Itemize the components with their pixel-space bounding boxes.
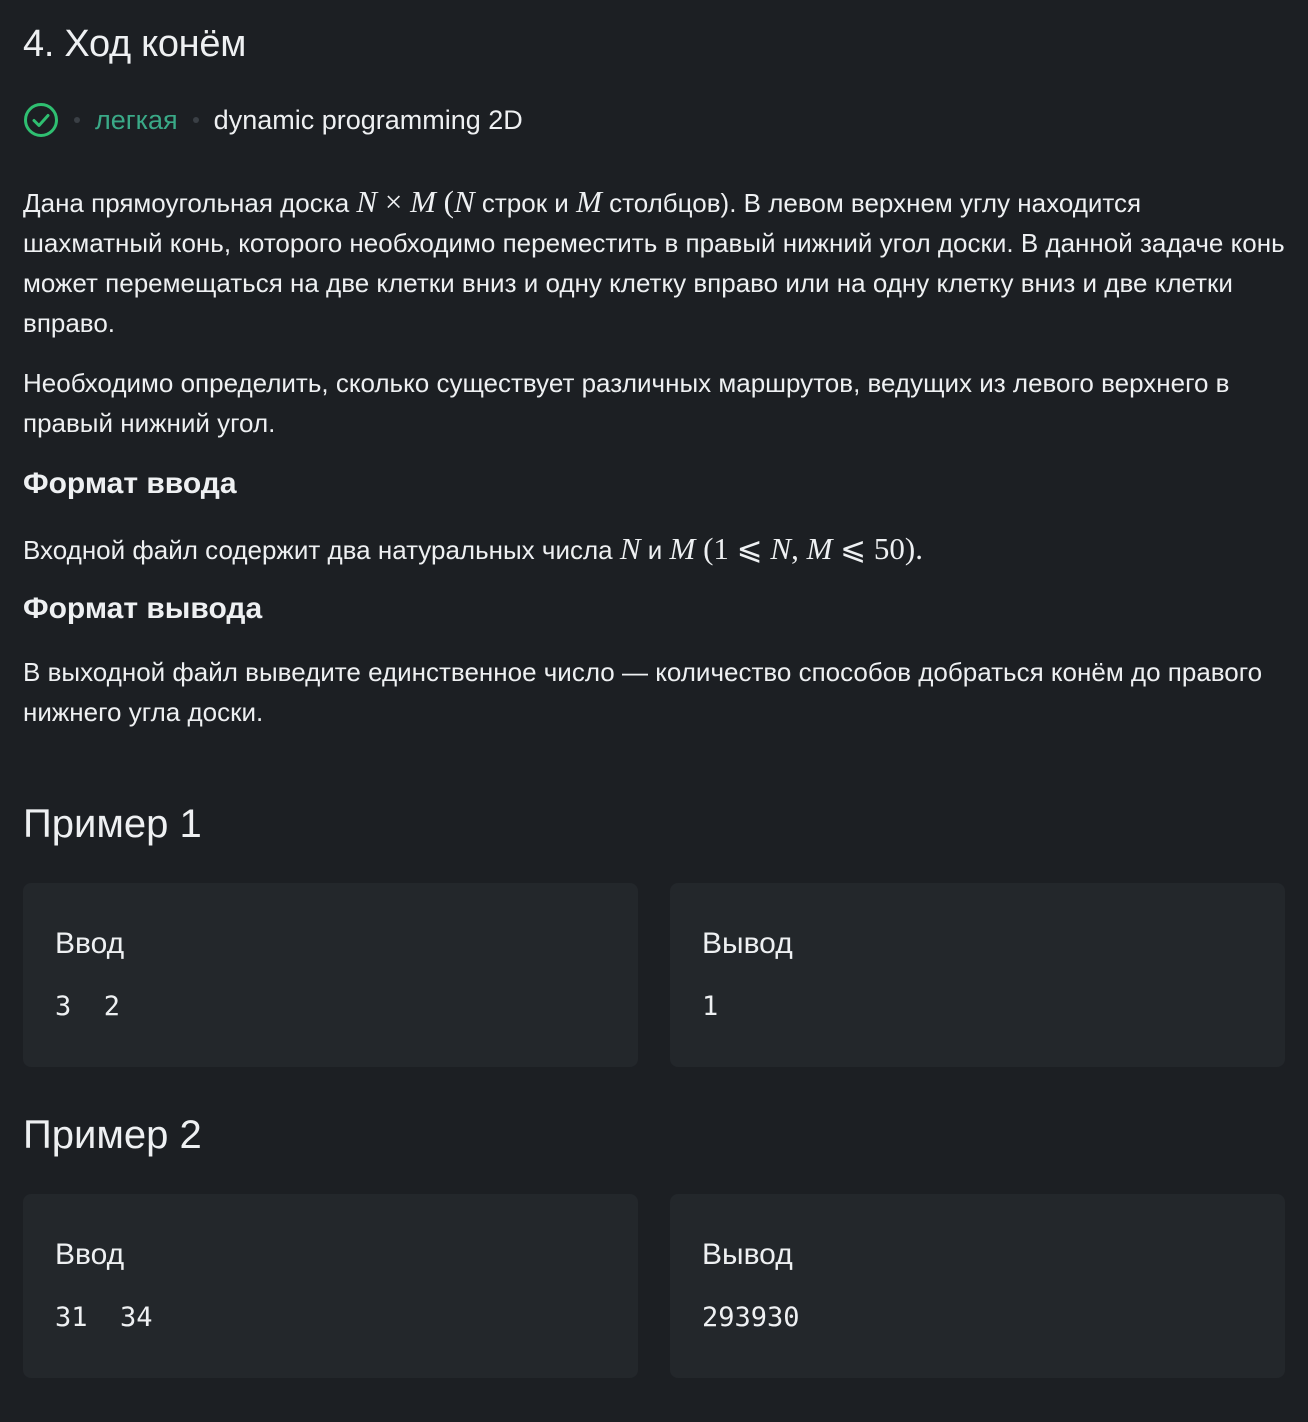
separator-dot	[74, 117, 80, 123]
text: Дана прямоугольная доска	[23, 188, 357, 218]
separator-dot	[192, 117, 199, 123]
input-label: Ввод	[55, 1238, 125, 1271]
math: N	[619, 531, 641, 566]
math: M	[410, 184, 436, 219]
solved-check-icon	[23, 102, 59, 138]
math: M	[806, 531, 833, 566]
math: ,	[791, 531, 807, 566]
topic-tag[interactable]: dynamic programming 2D	[214, 105, 523, 136]
problem-title: 4. Ход конём	[23, 23, 247, 65]
input-format-text: Входной файл содержит два натуральных чи…	[23, 529, 1285, 570]
output-format-heading: Формат вывода	[23, 592, 263, 625]
input-label: Ввод	[55, 927, 125, 960]
input-value[interactable]: 31 34	[55, 1302, 606, 1333]
math: M	[669, 531, 696, 566]
output-label: Вывод	[702, 927, 793, 960]
example-input-card: Ввод 31 34	[23, 1194, 638, 1378]
text: Входной файл содержит два натуральных чи…	[23, 535, 620, 565]
example-output-card: Вывод 293930	[670, 1194, 1285, 1378]
output-label: Вывод	[702, 1238, 793, 1271]
math: (	[435, 184, 454, 219]
difficulty-badge: легкая	[95, 104, 178, 135]
input-format-heading: Формат ввода	[23, 467, 237, 500]
example-2-title: Пример 2	[23, 1113, 202, 1157]
statement-paragraph: Необходимо определить, сколько существуе…	[23, 368, 1230, 438]
input-value[interactable]: 3 2	[55, 991, 606, 1022]
math: N	[770, 531, 792, 566]
math: N	[453, 184, 475, 219]
math: ×	[377, 184, 411, 219]
math: ⩽ 50).	[832, 531, 923, 566]
example-1-title: Пример 1	[23, 802, 202, 846]
example-1: Ввод 3 2 Вывод 1	[23, 883, 1285, 1067]
example-2: Ввод 31 34 Вывод 293930	[23, 1194, 1285, 1378]
output-format-text: В выходной файл выведите единственное чи…	[23, 657, 1263, 727]
example-input-card: Ввод 3 2	[23, 883, 638, 1067]
math: M	[576, 184, 602, 219]
text: строк и	[474, 188, 577, 218]
example-output-card: Вывод 1	[670, 883, 1285, 1067]
math: (1 ⩽	[695, 531, 771, 566]
output-value[interactable]: 293930	[702, 1302, 1253, 1333]
statement-paragraph: Дана прямоугольная доска N × M (N строк …	[23, 182, 1285, 343]
problem-meta: легкая dynamic programming 2D	[23, 100, 1285, 140]
output-value[interactable]: 1	[702, 991, 1253, 1022]
math: N	[356, 184, 378, 219]
text: и	[640, 535, 670, 565]
